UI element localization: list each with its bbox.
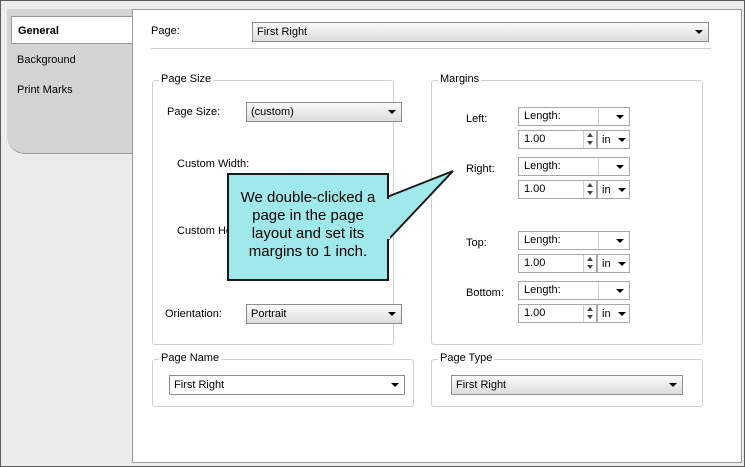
page-size-select[interactable]: (custom) (246, 102, 402, 122)
chevron-down-icon (616, 115, 624, 119)
page-name-select[interactable]: First Right (169, 375, 405, 395)
orientation-select[interactable]: Portrait (246, 304, 402, 324)
chevron-down-icon (618, 188, 626, 192)
chevron-down-icon (388, 312, 396, 316)
tab-background-label: Background (17, 54, 76, 66)
page-type-select[interactable]: First Right (451, 375, 683, 395)
page-select-value: First Right (257, 26, 308, 38)
chevron-down-icon (618, 138, 626, 142)
chevron-down-icon (618, 312, 626, 316)
divider (151, 48, 711, 49)
margin-bottom-unit: in (602, 308, 611, 320)
spinner-buttons[interactable] (583, 181, 596, 198)
margin-left-spinner[interactable]: 1.00 (518, 130, 597, 149)
spinner-buttons[interactable] (583, 131, 596, 148)
margin-top-type-select[interactable]: Length: (518, 231, 630, 250)
spin-down-icon (587, 315, 593, 319)
page-type-value: First Right (456, 379, 507, 391)
margin-right-unit: in (602, 184, 611, 196)
chevron-down-icon (618, 262, 626, 266)
tab-background[interactable]: Background (11, 46, 133, 74)
margin-bottom-label: Bottom: (466, 287, 504, 299)
page-label: Page: (151, 25, 180, 37)
chevron-down-icon (695, 30, 703, 34)
margins-group-title: Margins (438, 73, 482, 85)
margin-right-type-value: Length: (519, 158, 599, 175)
margin-left-unit-select[interactable]: in (597, 130, 630, 149)
chevron-down-icon (616, 289, 624, 293)
spin-up-icon (587, 183, 593, 187)
page-size-group-title: Page Size (159, 73, 214, 85)
margin-top-type-value: Length: (519, 232, 599, 249)
annotation-callout: We double-clicked a page in the page lay… (227, 173, 389, 281)
margin-top-spinner[interactable]: 1.00 (518, 254, 597, 273)
custom-width-label: Custom Width: (177, 158, 250, 170)
chevron-down-icon (616, 239, 624, 243)
callout-text: We double-clicked a page in the page lay… (240, 189, 376, 260)
margin-right-unit-select[interactable]: in (597, 180, 630, 199)
page-size-label: Page Size: (167, 106, 221, 118)
chevron-down-icon (616, 165, 624, 169)
page-size-select-value: (custom) (251, 106, 294, 118)
spin-down-icon (587, 265, 593, 269)
chevron-down-icon (391, 383, 399, 387)
margin-left-type-select[interactable]: Length: (518, 107, 630, 126)
spin-down-icon (587, 141, 593, 145)
margin-right-type-select[interactable]: Length: (518, 157, 630, 176)
page-name-group-title: Page Name (159, 352, 222, 364)
margin-bottom-value: 1.00 (524, 307, 546, 319)
general-panel: Page: First Right Page Size Page Size: (… (132, 9, 742, 463)
chevron-down-icon (388, 110, 396, 114)
margin-right-value: 1.00 (524, 183, 546, 195)
tab-print-marks-label: Print Marks (17, 84, 73, 96)
orientation-label: Orientation: (165, 308, 222, 320)
dialog-frame: General Background Print Marks Page: Fir… (0, 0, 745, 467)
margin-bottom-type-value: Length: (519, 282, 599, 299)
margin-left-unit: in (602, 134, 611, 146)
spinner-buttons[interactable] (583, 255, 596, 272)
spin-up-icon (587, 257, 593, 261)
margin-left-label: Left: (466, 113, 488, 125)
spin-up-icon (587, 307, 593, 311)
margin-bottom-spinner[interactable]: 1.00 (518, 304, 597, 323)
margin-top-value: 1.00 (524, 257, 546, 269)
spin-down-icon (587, 191, 593, 195)
margin-bottom-unit-select[interactable]: in (597, 304, 630, 323)
margin-right-label: Right: (466, 163, 495, 175)
margin-left-value: 1.00 (524, 133, 546, 145)
margin-top-unit-select[interactable]: in (597, 254, 630, 273)
margin-top-unit: in (602, 258, 611, 270)
margin-right-spinner[interactable]: 1.00 (518, 180, 597, 199)
page-name-value: First Right (174, 379, 225, 391)
tab-general-label: General (18, 25, 59, 37)
tab-general[interactable]: General (11, 16, 133, 44)
margin-top-label: Top: (466, 237, 487, 249)
custom-height-label: Custom He (177, 225, 233, 237)
chevron-down-icon (669, 383, 677, 387)
margin-left-type-value: Length: (519, 108, 599, 125)
tab-print-marks[interactable]: Print Marks (11, 76, 133, 104)
spin-up-icon (587, 133, 593, 137)
margin-bottom-type-select[interactable]: Length: (518, 281, 630, 300)
page-type-group-title: Page Type (438, 352, 495, 364)
orientation-select-value: Portrait (251, 308, 287, 320)
page-select[interactable]: First Right (252, 22, 709, 42)
spinner-buttons[interactable] (583, 305, 596, 322)
